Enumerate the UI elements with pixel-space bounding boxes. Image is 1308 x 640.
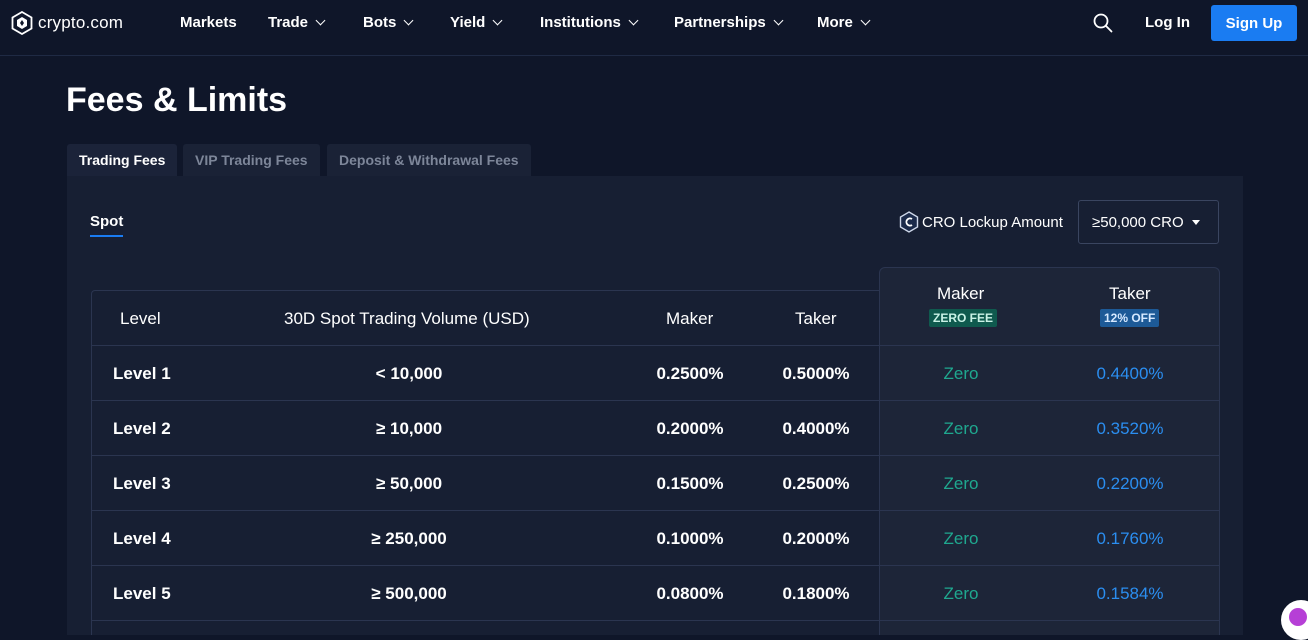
- header-taker: Taker: [795, 309, 837, 328]
- tab-trading-fees[interactable]: Trading Fees: [67, 144, 178, 176]
- discount-badge: 12% OFF: [1100, 309, 1160, 327]
- chevron-down-icon: [628, 15, 639, 26]
- cell-level: Level 1: [113, 364, 171, 383]
- cell-taker: 0.5000%: [782, 364, 850, 383]
- nav-partnerships[interactable]: Partnerships: [674, 14, 784, 31]
- logo[interactable]: crypto.com: [11, 11, 123, 35]
- zero-fee-badge: ZERO FEE: [929, 309, 998, 327]
- chat-widget-dot: [1289, 608, 1307, 626]
- cell-volume: ≥ 10,000: [375, 419, 443, 438]
- tab-deposit-withdrawal-fees-label: Deposit & Withdrawal Fees: [339, 152, 519, 168]
- nav-yield-label: Yield: [450, 14, 486, 31]
- header-maker: Maker: [666, 309, 714, 328]
- signup-button[interactable]: Sign Up: [1211, 5, 1297, 41]
- login-link[interactable]: Log In: [1145, 14, 1190, 31]
- row-divider: [91, 620, 1220, 621]
- cell-level: Level 4: [113, 529, 171, 548]
- cell-volume: ≥ 50,000: [375, 474, 443, 493]
- nav-markets-label: Markets: [180, 14, 237, 31]
- nav-partnerships-label: Partnerships: [674, 14, 766, 31]
- cell-maker-cro: Zero: [943, 584, 979, 603]
- nav-trade-label: Trade: [268, 14, 309, 31]
- cell-taker: 0.2000%: [782, 529, 850, 548]
- nav-bots-label: Bots: [363, 14, 397, 31]
- header-volume: 30D Spot Trading Volume (USD): [284, 309, 530, 328]
- cro-lockup-text: CRO Lockup Amount: [922, 213, 1063, 231]
- cell-taker-cro: 0.1760%: [1096, 529, 1164, 548]
- tab-deposit-withdrawal-fees[interactable]: Deposit & Withdrawal Fees: [327, 144, 531, 176]
- nav-bots[interactable]: Bots: [363, 14, 414, 31]
- cro-lockup-value: ≥50,000 CRO: [1092, 213, 1184, 231]
- nav-institutions[interactable]: Institutions: [540, 14, 639, 31]
- nav-markets[interactable]: Markets: [180, 14, 237, 31]
- cell-level: Level 2: [113, 419, 171, 438]
- cro-coin-icon: [899, 211, 919, 233]
- cell-taker: 0.4000%: [782, 419, 850, 438]
- nav-more-label: More: [817, 14, 853, 31]
- cell-maker-cro: Zero: [943, 419, 979, 438]
- header-taker-cro: Taker: [1109, 284, 1151, 303]
- tab-trading-fees-label: Trading Fees: [79, 152, 166, 168]
- tab-vip-trading-fees-label: VIP Trading Fees: [195, 152, 308, 168]
- chevron-down-icon: [315, 15, 326, 26]
- row-divider: [91, 400, 1220, 401]
- chevron-down-icon: [492, 15, 503, 26]
- chevron-down-icon: [403, 15, 414, 26]
- cell-taker-cro: 0.1584%: [1096, 584, 1164, 603]
- top-nav: crypto.com Markets Trade Bots Yield Inst…: [0, 0, 1308, 56]
- cell-volume: < 10,000: [375, 364, 443, 383]
- crypto-lion-icon: [11, 11, 33, 35]
- cell-volume: ≥ 250,000: [371, 529, 447, 548]
- row-divider: [91, 565, 1220, 566]
- row-divider: [91, 345, 1220, 346]
- cell-taker: 0.1800%: [782, 584, 850, 603]
- logo-text: crypto.com: [38, 13, 124, 32]
- cell-maker-cro: Zero: [943, 474, 979, 493]
- cell-level: Level 5: [113, 584, 171, 603]
- nav-institutions-label: Institutions: [540, 14, 621, 31]
- cell-maker-cro: Zero: [943, 529, 979, 548]
- chevron-down-icon: [773, 15, 784, 26]
- tab-spot[interactable]: Spot: [90, 213, 123, 230]
- cell-taker-cro: 0.3520%: [1096, 419, 1164, 438]
- page-title: Fees & Limits: [66, 81, 288, 119]
- cell-taker-cro: 0.4400%: [1096, 364, 1164, 383]
- cell-volume: ≥ 500,000: [371, 584, 447, 603]
- cell-taker-cro: 0.2200%: [1096, 474, 1164, 493]
- spot-tab-underline: [90, 235, 123, 237]
- nav-trade[interactable]: Trade: [268, 14, 326, 31]
- row-divider: [91, 510, 1220, 511]
- header-level: Level: [120, 309, 161, 328]
- chat-widget-icon[interactable]: [1281, 600, 1308, 640]
- caret-down-icon: [1191, 219, 1200, 225]
- row-divider: [91, 455, 1220, 456]
- cro-lockup-select[interactable]: ≥50,000 CRO: [1078, 200, 1219, 244]
- search-icon[interactable]: [1093, 13, 1113, 33]
- cell-maker-cro: Zero: [943, 364, 979, 383]
- nav-more[interactable]: More: [817, 14, 871, 31]
- nav-yield[interactable]: Yield: [450, 14, 503, 31]
- cell-taker: 0.2500%: [782, 474, 850, 493]
- fees-panel: Spot CRO Lockup Amount ≥50,000 CRO Level…: [67, 176, 1243, 635]
- header-maker-cro: Maker: [937, 284, 985, 303]
- cell-level: Level 3: [113, 474, 171, 493]
- tab-vip-trading-fees[interactable]: VIP Trading Fees: [183, 144, 320, 176]
- chevron-down-icon: [860, 15, 871, 26]
- cro-lockup-label: CRO Lockup Amount: [899, 211, 1063, 233]
